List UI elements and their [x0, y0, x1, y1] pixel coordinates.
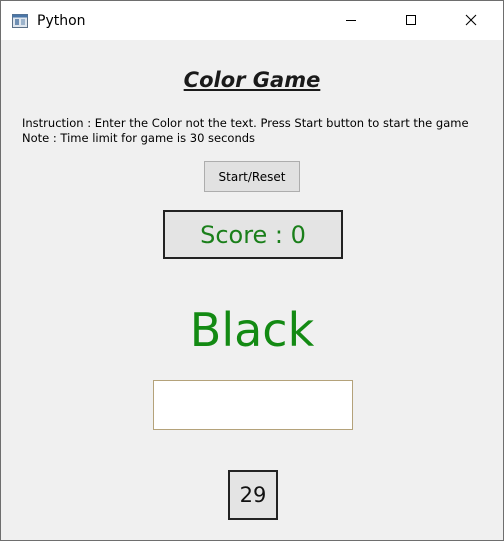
app-window: Python Color Game Instruction : Enter th… [0, 0, 504, 541]
note-text: Note : Time limit for game is 30 seconds [22, 131, 256, 145]
maximize-icon [405, 11, 417, 30]
color-answer-input[interactable] [153, 380, 353, 430]
minimize-button[interactable] [328, 1, 374, 40]
game-heading: Color Game [183, 68, 321, 92]
start-reset-button[interactable]: Start/Reset [204, 161, 300, 192]
close-button[interactable] [448, 1, 494, 40]
minimize-icon [345, 11, 357, 30]
close-icon [465, 11, 477, 30]
color-word-label: Black [189, 303, 315, 357]
game-panel: Color Game Instruction : Enter the Color… [1, 40, 503, 540]
python-window-icon [12, 13, 28, 29]
instruction-text: Instruction : Enter the Color not the te… [22, 116, 469, 130]
timer-display: 29 [228, 470, 278, 520]
score-display: Score : 0 [163, 210, 343, 259]
maximize-button[interactable] [388, 1, 434, 40]
window-title: Python [37, 13, 86, 29]
title-bar[interactable]: Python [1, 1, 503, 40]
